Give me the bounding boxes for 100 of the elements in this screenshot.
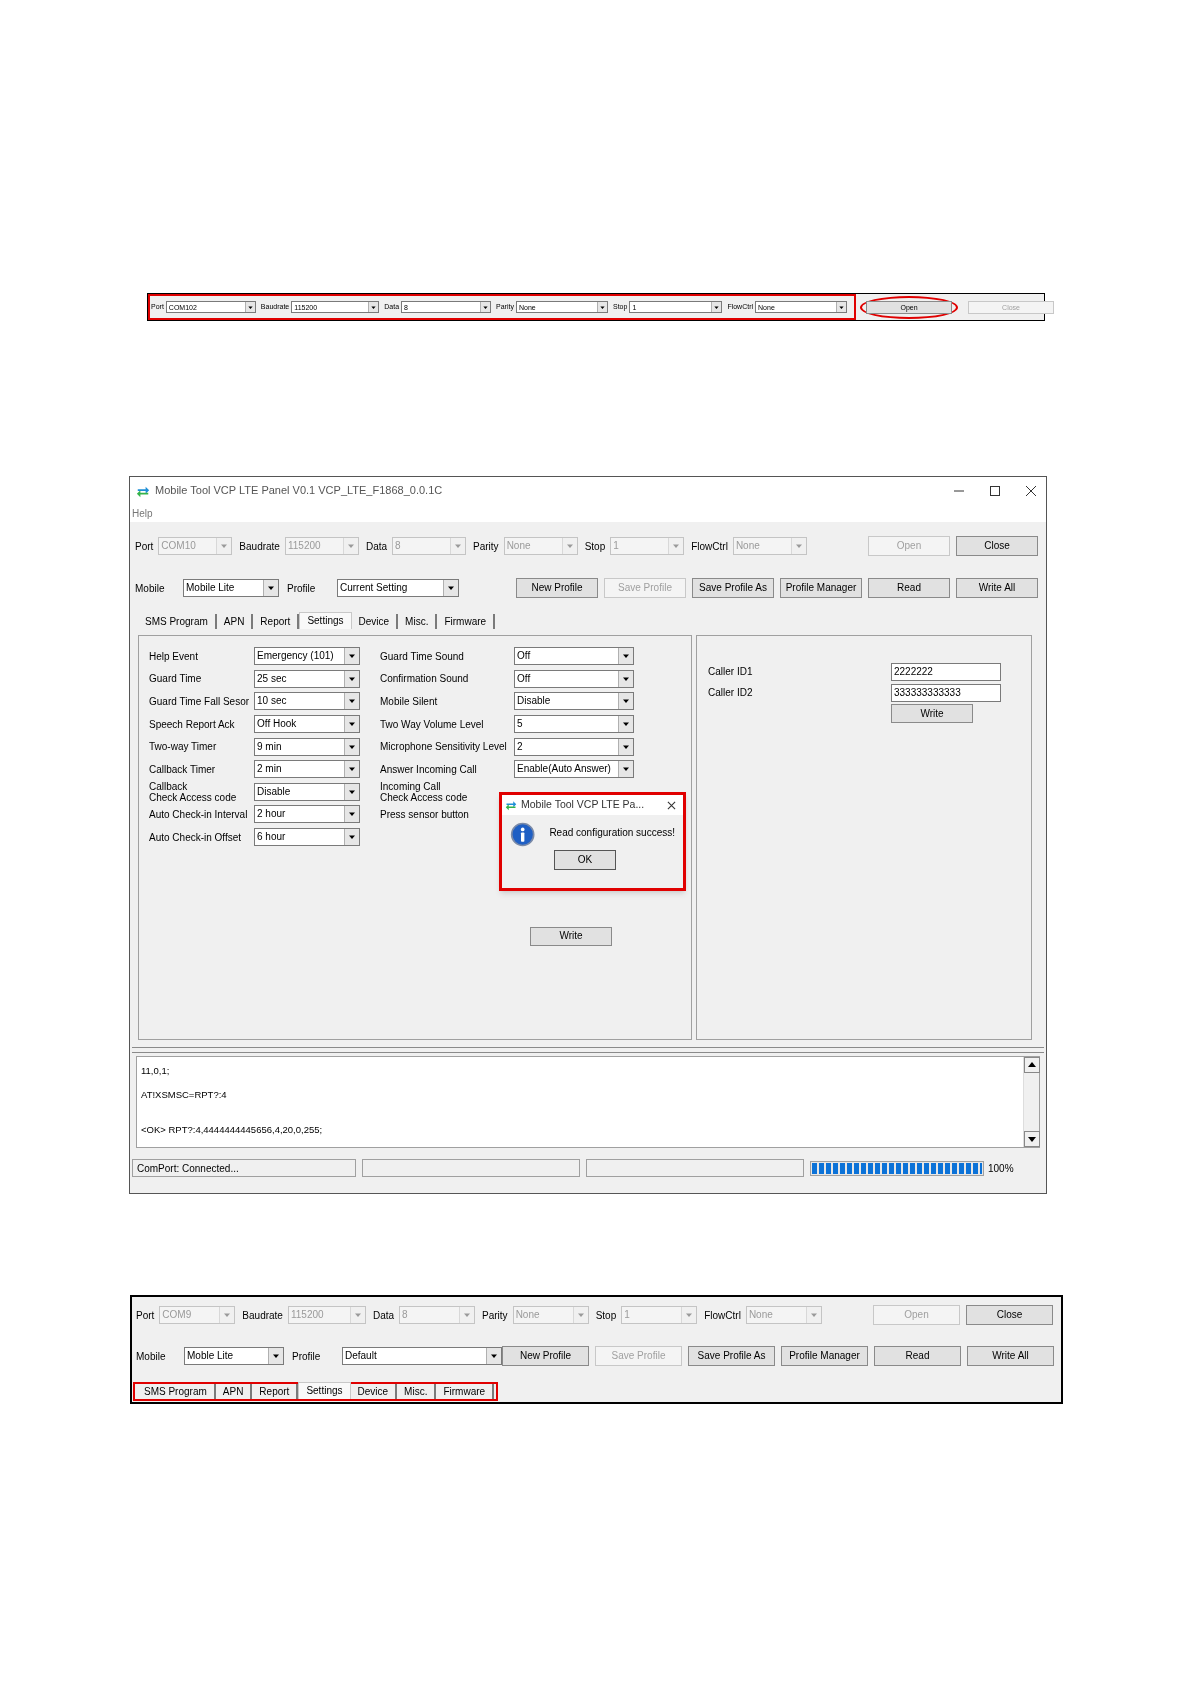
field-label: Profile (287, 581, 317, 596)
field-label: Baudrate (239, 539, 280, 554)
setting-label: Speech Report Ack (149, 718, 236, 730)
dropdown[interactable]: Default (342, 1347, 502, 1365)
setting-label: Guard Time (149, 673, 203, 685)
dropdown[interactable]: 9 min (254, 737, 360, 756)
dropdown[interactable]: Emergency (101) (254, 647, 360, 666)
field-label: FlowCtrl (691, 539, 728, 554)
dropdown[interactable]: 2 min (254, 760, 360, 779)
log-line: 11,0,1; (141, 1065, 171, 1076)
setting-label: Auto Check-in Offset (149, 831, 243, 843)
tab[interactable]: SMS Program (138, 614, 217, 629)
setting-label: Incoming Call Check Access code (380, 780, 469, 803)
button[interactable]: Close (966, 1305, 1053, 1325)
status-message: ComPort: Connected... (132, 1159, 356, 1177)
caret-icon[interactable] (598, 303, 606, 311)
progress-reading: 100% (988, 1161, 1014, 1176)
tab[interactable]: Device (351, 614, 399, 629)
dropdown[interactable]: Disable (254, 782, 360, 801)
field-label: Caller ID2 (708, 686, 754, 700)
button[interactable]: Profile Manager (780, 578, 862, 598)
field-label: Mobile (136, 1349, 167, 1364)
field-label: Port (136, 1308, 155, 1323)
button[interactable]: Write All (967, 1346, 1054, 1366)
dropdown[interactable]: Enable(Auto Answer) (514, 760, 634, 779)
dropdown[interactable]: 2 (514, 737, 634, 756)
setting-label: Answer Incoming Call (380, 763, 478, 775)
setting-label: Guard Time Fall Sesor (149, 696, 251, 707)
dropdown[interactable]: Off (514, 669, 634, 688)
setting-label: Two Way Volume Level (380, 718, 485, 730)
log-line: AT!XSMSC=RPT?:4 (141, 1089, 228, 1100)
dropdown[interactable]: Current Setting (337, 579, 459, 597)
setting-label: Callback Timer (149, 763, 217, 775)
setting-label: Press sensor button (380, 808, 470, 820)
button[interactable]: Write (530, 926, 612, 946)
tab[interactable]: Firmware (437, 614, 496, 629)
setting-label: Guard Time Sound (380, 650, 465, 662)
caret-icon[interactable] (246, 303, 254, 311)
button[interactable]: OK (554, 850, 616, 870)
tab[interactable]: Settings (298, 1382, 351, 1399)
tab[interactable]: SMS Program (137, 1384, 216, 1399)
setting-label: Two-way Timer (149, 741, 218, 753)
button[interactable]: Save Profile As (692, 578, 774, 598)
setting-label: Microphone Sensitivity Level (380, 741, 508, 753)
app-icon (505, 799, 517, 811)
button[interactable]: New Profile (516, 578, 598, 598)
dialog-message: Read configuration success! (549, 826, 675, 840)
dropdown[interactable]: Disable (514, 692, 634, 711)
dropdown[interactable]: 5 (514, 715, 634, 734)
tab[interactable]: APN (216, 614, 254, 629)
close-icon[interactable] (667, 800, 676, 810)
input-field[interactable]: 333333333333 (891, 683, 1001, 702)
button[interactable]: Read (874, 1346, 961, 1366)
button[interactable]: Save Profile As (688, 1346, 775, 1366)
field-label: Parity (473, 539, 499, 554)
tab[interactable]: Firmware (436, 1384, 495, 1399)
caret-icon[interactable] (713, 303, 721, 311)
tab[interactable]: APN (215, 1384, 253, 1399)
caret-icon[interactable] (370, 303, 378, 311)
close-icon[interactable] (1026, 485, 1036, 496)
scroll-down-icon[interactable] (1024, 1131, 1040, 1147)
setting-label: Callback Check Access code (149, 780, 238, 803)
dropdown[interactable]: 6 hour (254, 828, 360, 847)
log-line: <OK> RPT?:4,4444444445656,4,20,0,255; (141, 1124, 324, 1135)
field-label: Parity (482, 1308, 508, 1323)
caret-icon[interactable] (482, 303, 490, 311)
button[interactable]: Write (891, 704, 973, 723)
dropdown[interactable]: 2 hour (254, 805, 360, 824)
dropdown[interactable]: Off Hook (254, 715, 360, 734)
tab[interactable]: Device (350, 1384, 398, 1399)
window-title: Mobile Tool VCP LTE Panel V0.1 VCP_LTE_F1868_0.0.1C (155, 483, 443, 499)
setting-label: Confirmation Sound (380, 673, 470, 685)
dropdown[interactable]: 25 sec (254, 669, 360, 688)
menu-item[interactable]: Help (132, 505, 153, 521)
field-label: Stop (595, 1308, 617, 1323)
input-field[interactable]: 2222222 (891, 662, 1001, 681)
tab[interactable]: Settings (299, 612, 352, 629)
button[interactable]: Read (868, 578, 950, 598)
dropdown[interactable]: 10 sec (254, 692, 360, 711)
scrollbar[interactable] (1023, 1057, 1039, 1147)
dropdown[interactable]: Off (514, 647, 634, 666)
tab[interactable]: Misc. (397, 1384, 437, 1399)
dropdown[interactable]: Mobile Lite (183, 579, 279, 597)
setting-label: Auto Check-in Interval (149, 808, 249, 820)
caret-icon[interactable] (838, 303, 846, 311)
info-icon (510, 821, 536, 848)
tab[interactable]: Misc. (398, 614, 438, 629)
button[interactable]: Profile Manager (781, 1346, 868, 1366)
button[interactable]: New Profile (502, 1346, 589, 1366)
field-label: Caller ID1 (708, 665, 754, 679)
button[interactable]: Close (956, 536, 1038, 556)
scroll-up-icon[interactable] (1024, 1057, 1040, 1073)
maximize-icon[interactable] (990, 485, 1000, 496)
dropdown[interactable]: Moble Lite (184, 1347, 284, 1365)
field-label: Data (365, 539, 388, 554)
button[interactable]: Write All (956, 578, 1038, 598)
field-label: Port (135, 539, 154, 554)
setting-label: Help Event (149, 650, 199, 662)
setting-label: Mobile Silent (380, 696, 439, 707)
field-label: Profile (292, 1349, 322, 1364)
